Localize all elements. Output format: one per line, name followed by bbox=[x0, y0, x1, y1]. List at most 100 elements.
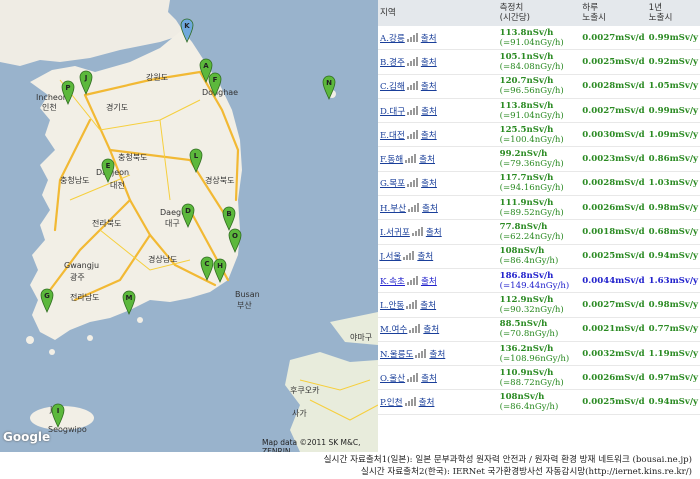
region-link[interactable]: D.대구 bbox=[380, 107, 405, 117]
map-marker-letter: F bbox=[213, 76, 218, 84]
region-link[interactable]: O.울산 bbox=[380, 374, 405, 384]
map-marker-letter: B bbox=[226, 210, 231, 218]
signal-bars-icon bbox=[404, 397, 417, 407]
daily-value: 0.0028mSv/d bbox=[580, 74, 647, 99]
map-marker-letter: G bbox=[44, 292, 50, 300]
region-link[interactable]: M.여수 bbox=[380, 325, 407, 335]
hourly-gy-value: (=86.4nGy/h) bbox=[499, 256, 559, 267]
yearly-value: 1.19mSv/y bbox=[646, 341, 700, 367]
signal-bars-icon bbox=[405, 154, 417, 164]
footer-sources: 실시간 자료출처1(일본): 일본 문부과학성 원자력 안전과 / 원자력 환경… bbox=[0, 452, 700, 479]
region-cell: F.동해 출처 bbox=[378, 146, 498, 172]
region-link[interactable]: N.울릉도 bbox=[380, 350, 413, 360]
region-cell: I.서귀포 출처 bbox=[378, 219, 498, 245]
signal-bars-icon bbox=[406, 32, 419, 42]
daily-value: 0.0025mSv/d bbox=[580, 244, 647, 269]
hourly-cell: 110.9nSv/h (=88.72nGy/h) bbox=[497, 365, 581, 391]
source-line-1: 실시간 자료출처1(일본): 일본 문부과학성 원자력 안전과 / 원자력 환경… bbox=[323, 455, 692, 465]
source-link[interactable]: 출처 bbox=[422, 204, 438, 214]
signal-bars-icon bbox=[406, 129, 419, 139]
map-view[interactable]: Incheon 인천 강원도 경기도 충청북도 충청남도 Daejeon 대전 … bbox=[0, 0, 378, 452]
hourly-gy-value: (=84.08nGy/h) bbox=[499, 61, 564, 72]
source-link[interactable]: 출처 bbox=[421, 131, 437, 141]
region-cell: P.인천 출처 bbox=[378, 389, 498, 415]
source-link[interactable]: 출처 bbox=[421, 277, 437, 287]
hourly-cell: 186.8nSv/h (=149.44nGy/h) bbox=[497, 268, 581, 294]
source-link[interactable]: 출처 bbox=[426, 228, 442, 238]
hourly-value: 112.9nSv/h bbox=[499, 294, 554, 305]
hourly-value: 125.5nSv/h bbox=[499, 124, 554, 135]
region-cell: E.대전 출처 bbox=[378, 122, 498, 148]
hourly-value: 113.8nSv/h bbox=[499, 100, 554, 111]
source-link[interactable]: 출처 bbox=[420, 301, 436, 311]
source-link[interactable]: 출처 bbox=[417, 252, 433, 262]
table-row: N.울릉도 출처 136.2nSv/h (=108.96nGy/h) 0.0032mSv… bbox=[378, 341, 700, 367]
yearly-value: 0.99mSv/y bbox=[646, 26, 700, 51]
daily-value: 0.0026mSv/d bbox=[580, 365, 647, 391]
region-link[interactable]: K.속초 bbox=[380, 277, 405, 287]
yearly-value: 1.05mSv/y bbox=[646, 74, 700, 99]
map-label: 부산 bbox=[237, 300, 252, 310]
map-label: 강원도 bbox=[146, 72, 168, 82]
source-link[interactable]: 출처 bbox=[421, 374, 437, 384]
signal-bars-icon bbox=[407, 372, 419, 382]
daily-value: 0.0021mSv/d bbox=[580, 317, 647, 342]
region-link[interactable]: B.경주 bbox=[380, 58, 405, 68]
hourly-value: 105.1nSv/h bbox=[499, 51, 554, 62]
region-link[interactable]: A.강릉 bbox=[380, 34, 405, 44]
map-label: 경상북도 bbox=[205, 175, 234, 185]
yearly-value: 0.98mSv/y bbox=[646, 195, 700, 221]
table-row: F.동해 출처 99.2nSv/h (=79.36nGy/h) 0.0023mSv/d 0… bbox=[378, 146, 700, 172]
region-cell: J.서울 출처 bbox=[378, 244, 498, 269]
daily-value: 0.0044mSv/d bbox=[580, 268, 647, 294]
region-cell: N.울릉도 출처 bbox=[378, 341, 498, 367]
col-header-daily: 하루 노출시 bbox=[580, 0, 647, 26]
region-cell: D.대구 출처 bbox=[378, 98, 498, 124]
map-marker-letter: J bbox=[84, 74, 88, 82]
map-marker-letter: A bbox=[203, 62, 209, 70]
yearly-value: 0.98mSv/y bbox=[646, 292, 700, 318]
hourly-gy-value: (=91.04nGy/h) bbox=[499, 110, 564, 121]
yearly-value: 0.77mSv/y bbox=[646, 317, 700, 342]
region-link[interactable]: L.안동 bbox=[380, 301, 404, 311]
source-link[interactable]: 출처 bbox=[429, 350, 445, 360]
region-link[interactable]: I.서귀포 bbox=[380, 228, 410, 238]
signal-bars-icon bbox=[406, 81, 419, 91]
hourly-value: 120.7nSv/h bbox=[499, 76, 554, 87]
daily-value: 0.0027mSv/d bbox=[580, 26, 647, 51]
region-link[interactable]: E.대전 bbox=[380, 131, 405, 141]
hourly-cell: 105.1nSv/h (=84.08nGy/h) bbox=[497, 49, 581, 75]
signal-bars-icon bbox=[409, 324, 421, 334]
map-marker-letter: O bbox=[232, 232, 238, 240]
source-link[interactable]: 출처 bbox=[421, 34, 437, 44]
region-cell: K.속초 출처 bbox=[378, 268, 498, 294]
source-link[interactable]: 출처 bbox=[421, 107, 437, 117]
region-cell: L.안동 출처 bbox=[378, 292, 498, 318]
signal-bars-icon bbox=[407, 178, 419, 188]
daily-value: 0.0018mSv/d bbox=[580, 219, 647, 245]
hourly-value: 99.2nSv/h bbox=[499, 149, 548, 160]
hourly-gy-value: (=88.72nGy/h) bbox=[499, 377, 564, 388]
region-link[interactable]: P.인천 bbox=[380, 398, 403, 408]
map-marker-letter: E bbox=[106, 162, 111, 170]
region-link[interactable]: J.서울 bbox=[380, 252, 401, 262]
source-link[interactable]: 출처 bbox=[421, 58, 437, 68]
region-cell: G.목포 출처 bbox=[378, 171, 498, 197]
hourly-value: 110.9nSv/h bbox=[499, 367, 554, 378]
source-link[interactable]: 출처 bbox=[421, 82, 437, 92]
source-link[interactable]: 출처 bbox=[419, 155, 435, 165]
table-row: G.목포 출처 117.7nSv/h (=94.16nGy/h) 0.0028mSv/d… bbox=[378, 171, 700, 197]
source-link[interactable]: 출처 bbox=[423, 325, 439, 335]
yearly-value: 1.03mSv/y bbox=[646, 171, 700, 197]
source-link[interactable]: 출처 bbox=[419, 398, 435, 408]
hourly-gy-value: (=70.8nGy/h) bbox=[499, 329, 559, 340]
daily-value: 0.0028mSv/d bbox=[580, 171, 647, 197]
map-label: Seogwipo bbox=[48, 425, 87, 434]
region-link[interactable]: C.김해 bbox=[380, 82, 405, 92]
source-link[interactable]: 출처 bbox=[421, 179, 437, 189]
google-logo[interactable]: Google bbox=[3, 430, 50, 444]
hourly-cell: 111.9nSv/h (=89.52nGy/h) bbox=[497, 195, 581, 221]
region-link[interactable]: F.동해 bbox=[380, 155, 403, 165]
region-link[interactable]: H.부산 bbox=[380, 204, 406, 214]
region-link[interactable]: G.목포 bbox=[380, 179, 405, 189]
